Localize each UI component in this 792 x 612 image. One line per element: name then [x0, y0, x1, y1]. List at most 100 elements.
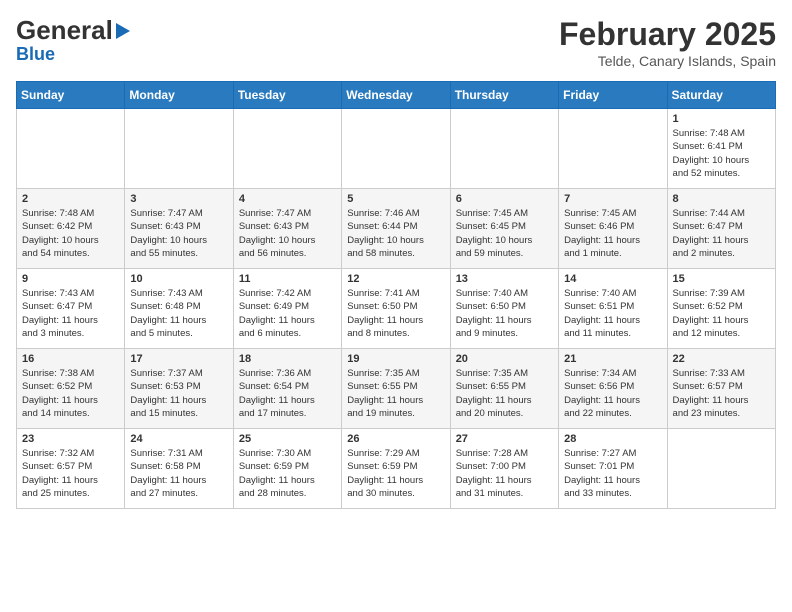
table-row: 25 Sunrise: 7:30 AM Sunset: 6:59 PM Dayli…	[233, 429, 341, 509]
header-wednesday: Wednesday	[342, 82, 450, 109]
table-row	[667, 429, 775, 509]
table-row: 13Sunrise: 7:40 AM Sunset: 6:50 PM Dayli…	[450, 269, 558, 349]
table-row: 2 Sunrise: 7:48 AM Sunset: 6:42 PM Daylig…	[17, 189, 125, 269]
table-row	[559, 109, 667, 189]
calendar-week-2: 2 Sunrise: 7:48 AM Sunset: 6:42 PM Daylig…	[17, 189, 776, 269]
table-row	[450, 109, 558, 189]
table-row: 28Sunrise: 7:27 AM Sunset: 7:01 PM Dayli…	[559, 429, 667, 509]
table-row: 16 Sunrise: 7:38 AM Sunset: 6:52 PM Dayli…	[17, 349, 125, 429]
day-number: 3	[130, 193, 227, 205]
day-info: Sunrise: 7:38 AM Sunset: 6:52 PM Dayligh…	[22, 367, 119, 420]
header-sunday: Sunday	[17, 82, 125, 109]
day-number: 19	[347, 353, 444, 365]
header-friday: Friday	[559, 82, 667, 109]
day-number: 24	[130, 433, 227, 445]
day-info: Sunrise: 7:35 AM Sunset: 6:55 PM Dayligh…	[347, 367, 444, 420]
day-info: Sunrise: 7:48 AM Sunset: 6:42 PM Dayligh…	[22, 207, 119, 260]
day-number: 13	[456, 273, 553, 285]
day-info: Sunrise: 7:45 AM Sunset: 6:45 PM Dayligh…	[456, 207, 553, 260]
table-row: 20 Sunrise: 7:35 AM Sunset: 6:55 PM Dayli…	[450, 349, 558, 429]
day-info: Sunrise: 7:34 AM Sunset: 6:56 PM Dayligh…	[564, 367, 661, 420]
table-row: 14 Sunrise: 7:40 AM Sunset: 6:51 PM Dayli…	[559, 269, 667, 349]
day-number: 26	[347, 433, 444, 445]
location-text: Telde, Canary Islands, Spain	[559, 53, 776, 69]
day-info: Sunrise: 7:36 AM Sunset: 6:54 PM Dayligh…	[239, 367, 336, 420]
day-info: Sunrise: 7:35 AM Sunset: 6:55 PM Dayligh…	[456, 367, 553, 420]
table-row: 1 Sunrise: 7:48 AM Sunset: 6:41 PM Daylig…	[667, 109, 775, 189]
page-header: General Blue February 2025 Telde, Canary…	[16, 16, 776, 69]
day-info: Sunrise: 7:47 AM Sunset: 6:43 PM Dayligh…	[239, 207, 336, 260]
table-row: 9 Sunrise: 7:43 AM Sunset: 6:47 PM Daylig…	[17, 269, 125, 349]
table-row: 17Sunrise: 7:37 AM Sunset: 6:53 PM Dayli…	[125, 349, 233, 429]
header-saturday: Saturday	[667, 82, 775, 109]
table-row: 3 Sunrise: 7:47 AM Sunset: 6:43 PM Daylig…	[125, 189, 233, 269]
table-row	[125, 109, 233, 189]
day-number: 27	[456, 433, 553, 445]
day-info: Sunrise: 7:33 AM Sunset: 6:57 PM Dayligh…	[673, 367, 770, 420]
table-row: 22Sunrise: 7:33 AM Sunset: 6:57 PM Dayli…	[667, 349, 775, 429]
day-number: 9	[22, 273, 119, 285]
table-row: 23 Sunrise: 7:32 AM Sunset: 6:57 PM Dayli…	[17, 429, 125, 509]
calendar-week-5: 23 Sunrise: 7:32 AM Sunset: 6:57 PM Dayli…	[17, 429, 776, 509]
table-row: 5Sunrise: 7:46 AM Sunset: 6:44 PM Daylig…	[342, 189, 450, 269]
day-info: Sunrise: 7:29 AM Sunset: 6:59 PM Dayligh…	[347, 447, 444, 500]
day-info: Sunrise: 7:30 AM Sunset: 6:59 PM Dayligh…	[239, 447, 336, 500]
day-info: Sunrise: 7:28 AM Sunset: 7:00 PM Dayligh…	[456, 447, 553, 500]
day-info: Sunrise: 7:41 AM Sunset: 6:50 PM Dayligh…	[347, 287, 444, 340]
table-row: 15 Sunrise: 7:39 AM Sunset: 6:52 PM Dayli…	[667, 269, 775, 349]
day-number: 14	[564, 273, 661, 285]
table-row: 7 Sunrise: 7:45 AM Sunset: 6:46 PM Daylig…	[559, 189, 667, 269]
calendar-table: Sunday Monday Tuesday Wednesday Thursday…	[16, 81, 776, 509]
table-row: 12 Sunrise: 7:41 AM Sunset: 6:50 PM Dayli…	[342, 269, 450, 349]
day-number: 2	[22, 193, 119, 205]
day-info: Sunrise: 7:45 AM Sunset: 6:46 PM Dayligh…	[564, 207, 661, 260]
day-number: 23	[22, 433, 119, 445]
day-number: 5	[347, 193, 444, 205]
day-number: 21	[564, 353, 661, 365]
table-row	[17, 109, 125, 189]
table-row: 8Sunrise: 7:44 AM Sunset: 6:47 PM Daylig…	[667, 189, 775, 269]
table-row: 27 Sunrise: 7:28 AM Sunset: 7:00 PM Dayli…	[450, 429, 558, 509]
day-number: 10	[130, 273, 227, 285]
day-number: 20	[456, 353, 553, 365]
table-row: 21 Sunrise: 7:34 AM Sunset: 6:56 PM Dayli…	[559, 349, 667, 429]
logo-blue-text: Blue	[16, 44, 55, 64]
day-info: Sunrise: 7:48 AM Sunset: 6:41 PM Dayligh…	[673, 127, 770, 180]
table-row	[342, 109, 450, 189]
day-number: 8	[673, 193, 770, 205]
day-number: 1	[673, 113, 770, 125]
day-number: 4	[239, 193, 336, 205]
calendar-week-4: 16 Sunrise: 7:38 AM Sunset: 6:52 PM Dayli…	[17, 349, 776, 429]
day-info: Sunrise: 7:43 AM Sunset: 6:48 PM Dayligh…	[130, 287, 227, 340]
day-number: 12	[347, 273, 444, 285]
title-block: February 2025 Telde, Canary Islands, Spa…	[559, 16, 776, 69]
table-row: 26 Sunrise: 7:29 AM Sunset: 6:59 PM Dayli…	[342, 429, 450, 509]
logo: General Blue	[16, 16, 130, 64]
day-number: 16	[22, 353, 119, 365]
day-info: Sunrise: 7:32 AM Sunset: 6:57 PM Dayligh…	[22, 447, 119, 500]
table-row: 6Sunrise: 7:45 AM Sunset: 6:45 PM Daylig…	[450, 189, 558, 269]
header-monday: Monday	[125, 82, 233, 109]
day-number: 7	[564, 193, 661, 205]
day-info: Sunrise: 7:47 AM Sunset: 6:43 PM Dayligh…	[130, 207, 227, 260]
day-info: Sunrise: 7:37 AM Sunset: 6:53 PM Dayligh…	[130, 367, 227, 420]
table-row: 19 Sunrise: 7:35 AM Sunset: 6:55 PM Dayli…	[342, 349, 450, 429]
day-info: Sunrise: 7:43 AM Sunset: 6:47 PM Dayligh…	[22, 287, 119, 340]
day-info: Sunrise: 7:39 AM Sunset: 6:52 PM Dayligh…	[673, 287, 770, 340]
day-number: 11	[239, 273, 336, 285]
day-number: 25	[239, 433, 336, 445]
calendar-week-3: 9 Sunrise: 7:43 AM Sunset: 6:47 PM Daylig…	[17, 269, 776, 349]
logo-general-text: General	[16, 16, 113, 45]
table-row: 18 Sunrise: 7:36 AM Sunset: 6:54 PM Dayli…	[233, 349, 341, 429]
table-row	[233, 109, 341, 189]
day-info: Sunrise: 7:40 AM Sunset: 6:51 PM Dayligh…	[564, 287, 661, 340]
day-info: Sunrise: 7:27 AM Sunset: 7:01 PM Dayligh…	[564, 447, 661, 500]
logo-arrow-icon	[116, 23, 130, 39]
month-title: February 2025	[559, 16, 776, 53]
calendar-week-1: 1 Sunrise: 7:48 AM Sunset: 6:41 PM Daylig…	[17, 109, 776, 189]
day-info: Sunrise: 7:42 AM Sunset: 6:49 PM Dayligh…	[239, 287, 336, 340]
table-row: 11 Sunrise: 7:42 AM Sunset: 6:49 PM Dayli…	[233, 269, 341, 349]
table-row: 4 Sunrise: 7:47 AM Sunset: 6:43 PM Daylig…	[233, 189, 341, 269]
day-number: 15	[673, 273, 770, 285]
day-number: 18	[239, 353, 336, 365]
